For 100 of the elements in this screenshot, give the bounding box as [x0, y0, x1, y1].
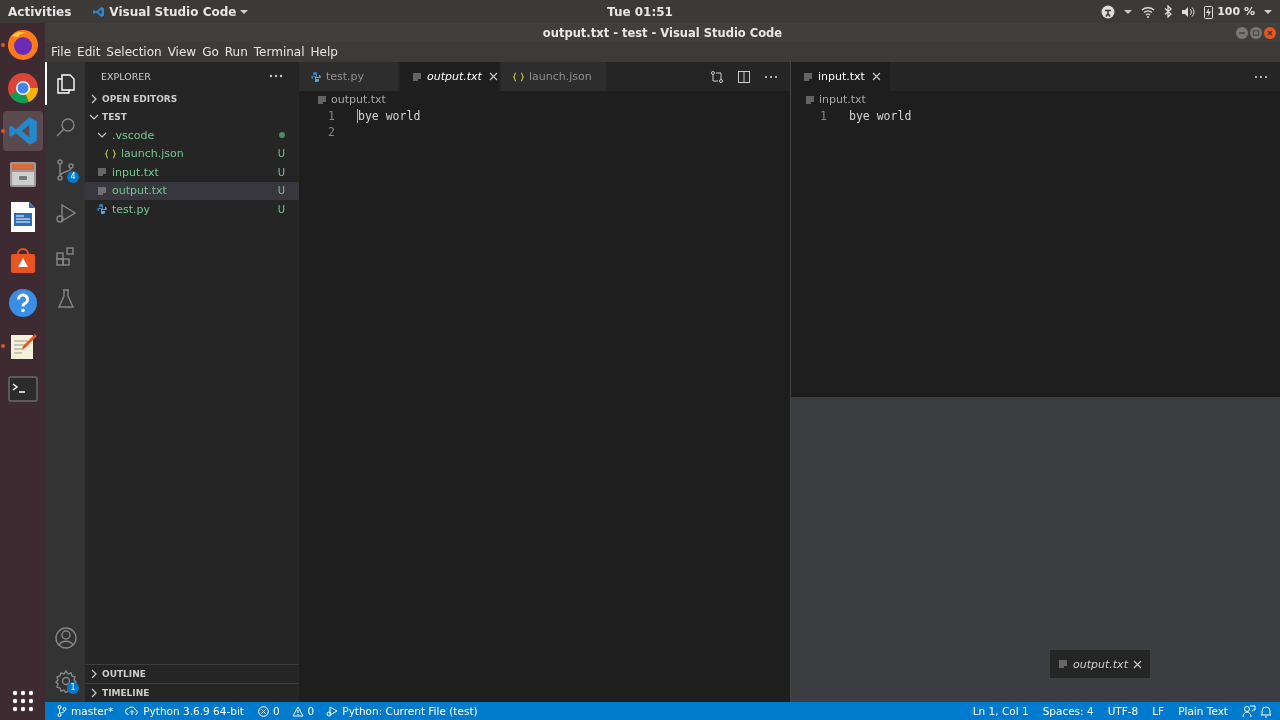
count-badge: 4	[67, 171, 79, 183]
cloud-upload-icon[interactable]	[125, 706, 140, 716]
compare-icon[interactable]	[710, 69, 724, 84]
status-item[interactable]: Plain Text	[1178, 705, 1228, 717]
status-item[interactable]: Spaces: 4	[1042, 705, 1094, 717]
document-icon	[8, 200, 37, 233]
menu-item[interactable]: Run	[221, 45, 251, 59]
launch-status[interactable]: Python: Current File (test)	[342, 705, 478, 717]
section-header[interactable]: TEST	[85, 108, 299, 126]
branch-icon[interactable]	[57, 705, 67, 717]
file-name: output.txt	[112, 184, 167, 198]
editor-tab[interactable]: test.py	[299, 62, 399, 91]
volume-icon	[1181, 5, 1196, 18]
run-debug-icon[interactable]	[326, 705, 339, 717]
text-file-icon	[317, 94, 327, 105]
editor-tab[interactable]: output.txt	[400, 62, 500, 91]
menu-item[interactable]: Selection	[103, 45, 165, 59]
line-number: 1	[327, 109, 335, 123]
activity-bar-item[interactable]: 1	[45, 659, 85, 702]
git-status: U	[277, 203, 285, 215]
git-status: U	[277, 148, 285, 160]
close-icon[interactable]	[871, 72, 881, 81]
vscode-icon	[7, 115, 38, 146]
warning-count[interactable]: 0	[307, 705, 315, 717]
close-icon[interactable]	[1132, 659, 1142, 669]
status-item[interactable]: UTF-8	[1107, 705, 1139, 717]
section-title: OPEN EDITORS	[102, 94, 178, 104]
braces-icon	[513, 71, 524, 82]
python-icon	[311, 71, 321, 82]
text-file-icon	[1058, 659, 1069, 669]
more-icon[interactable]	[269, 74, 283, 78]
file-tree-item[interactable]: launch.json U	[85, 144, 299, 163]
caret-icon[interactable]	[240, 8, 249, 15]
window-title: output.txt - test - Visual Studio Code	[542, 25, 783, 40]
breadcrumb[interactable]: output.txt	[331, 93, 386, 106]
more-icon[interactable]	[1254, 74, 1268, 79]
split-editor-icon[interactable]	[737, 69, 751, 84]
notifications-icon[interactable]	[1260, 704, 1272, 718]
branch-status[interactable]: master*	[71, 705, 114, 717]
tab-label: input.txt	[818, 70, 865, 83]
clock[interactable]: Tue 01:51	[607, 4, 673, 19]
editor-tab[interactable]: input.txt	[791, 62, 891, 91]
maximize-button[interactable]	[1250, 26, 1262, 39]
running-indicator	[1, 129, 5, 133]
file-name: launch.json	[121, 147, 184, 161]
git-status: U	[277, 185, 285, 197]
close-icon[interactable]	[488, 72, 498, 81]
menu-item[interactable]: File	[48, 45, 75, 59]
dragged-tab[interactable]: output.txt	[1050, 650, 1150, 678]
warning-icon[interactable]	[291, 705, 304, 717]
menu-item[interactable]: View	[164, 45, 200, 59]
app-menu[interactable]: Visual Studio Code	[109, 4, 237, 19]
file-tree-item[interactable]: output.txt U	[85, 181, 299, 200]
line-number: 2	[327, 125, 335, 139]
settings-icon	[54, 668, 78, 693]
more-icon[interactable]	[764, 74, 778, 79]
section-header[interactable]: OPEN EDITORS	[85, 90, 299, 108]
close-button[interactable]	[1264, 26, 1276, 39]
code-line: bye world	[849, 109, 912, 123]
error-icon[interactable]	[257, 705, 269, 717]
menu-item[interactable]: Terminal	[250, 45, 308, 59]
error-count[interactable]: 0	[272, 705, 280, 717]
menu-item[interactable]: Go	[199, 45, 222, 59]
braces-icon	[105, 148, 116, 159]
caret-icon[interactable]	[1124, 8, 1133, 15]
file-tree-item[interactable]: .vscode	[85, 126, 299, 145]
menu-item[interactable]: Help	[307, 45, 341, 59]
activities-button[interactable]: Activities	[0, 4, 86, 19]
file-name: test.py	[112, 202, 151, 216]
menu-item[interactable]: Edit	[74, 45, 104, 59]
text-file-icon	[97, 185, 107, 196]
show-applications-icon[interactable]	[11, 690, 34, 712]
battery-percentage[interactable]: 100 %	[1217, 5, 1255, 18]
text-file-icon	[803, 71, 813, 82]
caret-icon[interactable]	[1264, 8, 1272, 15]
tab-label: launch.json	[529, 70, 592, 83]
running-indicator	[1, 43, 5, 47]
section-header[interactable]: OUTLINE	[85, 664, 299, 683]
accessibility-icon[interactable]	[1101, 4, 1116, 19]
status-item[interactable]: Ln 1, Col 1	[972, 705, 1029, 717]
git-status: U	[277, 166, 285, 178]
sidebar-title: EXPLORER	[101, 70, 151, 82]
help-icon	[7, 287, 38, 318]
breadcrumb[interactable]: input.txt	[819, 93, 866, 106]
feedback-icon[interactable]	[1242, 704, 1256, 718]
text-file-icon	[805, 94, 815, 105]
file-name: input.txt	[112, 165, 159, 179]
interpreter-status[interactable]: Python 3.6.9 64-bit	[143, 705, 244, 717]
activity-bar-item[interactable]: 4	[45, 148, 85, 191]
status-item[interactable]: LF	[1152, 705, 1165, 717]
editor-tab[interactable]: launch.json	[501, 62, 607, 91]
app-logo-icon	[93, 5, 106, 18]
minimize-button[interactable]	[1236, 26, 1248, 39]
file-tree-item[interactable]: input.txt U	[85, 163, 299, 182]
text-file-icon	[97, 167, 107, 178]
file-tree-item[interactable]: test.py U	[85, 200, 299, 219]
wifi-icon	[1141, 5, 1156, 18]
text-file-icon	[412, 71, 422, 82]
tab-label: output.txt	[427, 70, 482, 83]
section-title: TEST	[102, 112, 127, 122]
